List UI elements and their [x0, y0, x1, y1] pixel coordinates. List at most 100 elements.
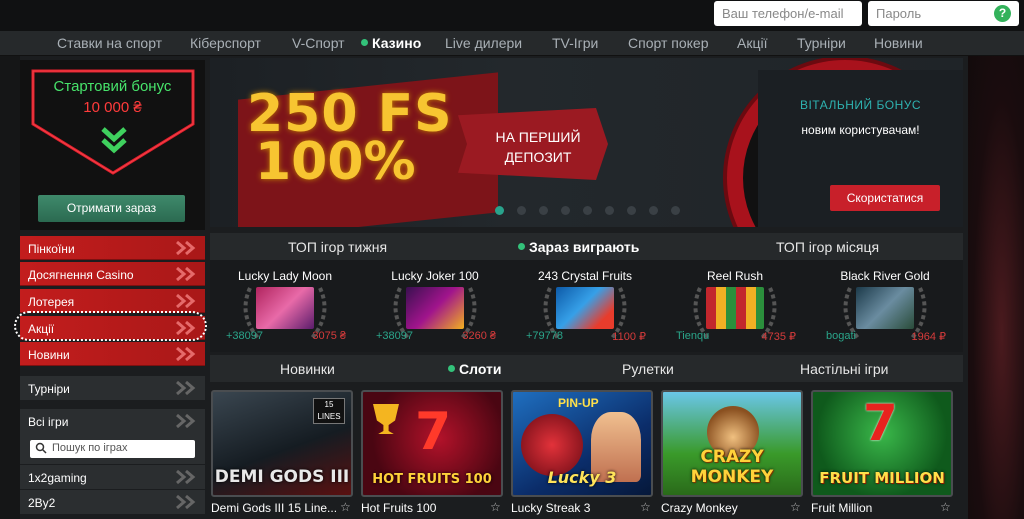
- win-amount: 3260 ₴: [462, 330, 496, 342]
- nav-item-vsport[interactable]: V-Спорт: [292, 35, 345, 51]
- nav-item-promotions[interactable]: Акції: [737, 35, 767, 51]
- sidebar-item-label: 2By2: [28, 496, 56, 510]
- top-bar: Ваш телефон/e-mail Пароль ?: [0, 0, 1024, 31]
- game-name[interactable]: Lucky Streak 3: [511, 501, 653, 515]
- sidebar-item-label: Досягнення Casino: [28, 268, 134, 282]
- tile-logo: Lucky 3: [547, 468, 617, 487]
- banner-slide-dot[interactable]: [517, 206, 526, 215]
- nav-item-tv-games[interactable]: TV-Ігри: [552, 35, 598, 51]
- nav-item-sport-poker[interactable]: Спорт покер: [628, 35, 708, 51]
- tile-logo: CRAZY MONKEY: [690, 447, 774, 487]
- top-game-card[interactable]: Reel Rush Tienqu 4735 ₽: [660, 260, 810, 352]
- sidebar-item-label: Лотерея: [28, 295, 75, 309]
- chevron-right-icon: [176, 413, 196, 429]
- tab-slots-label: Слоти: [459, 361, 502, 377]
- get-bonus-button[interactable]: Отримати зараз: [38, 195, 185, 222]
- seven-icon: 7: [863, 394, 898, 452]
- right-background-decor: [968, 56, 1024, 519]
- tab-winning-now[interactable]: Зараз виграють: [518, 239, 639, 255]
- sidebar-highlight-outline: [14, 311, 207, 341]
- favorite-star-icon[interactable]: ☆: [640, 500, 651, 514]
- use-bonus-button[interactable]: Скористатися: [830, 185, 940, 211]
- search-icon: [35, 442, 47, 454]
- banner-slide-dot[interactable]: [671, 206, 680, 215]
- chevron-right-icon: [176, 380, 196, 396]
- game-name[interactable]: Crazy Monkey: [661, 501, 803, 515]
- game-tile-hot-fruits[interactable]: 7 HOT FRUITS 100: [361, 390, 503, 497]
- game-tile-lucky-streak[interactable]: PIN-UP Lucky 3: [511, 390, 653, 497]
- game-search-input[interactable]: Пошук по іграх: [30, 440, 195, 458]
- promo-banner[interactable]: 250 FS 100% НА ПЕРШИЙ ДЕПОЗИТ ВІТАЛЬНИЙ …: [210, 58, 963, 227]
- nav-item-esports[interactable]: Кіберспорт: [190, 35, 261, 51]
- active-dot-icon: [518, 243, 525, 250]
- tab-new[interactable]: Новинки: [280, 361, 335, 377]
- sidebar-provider-2by2[interactable]: 2By2: [20, 490, 205, 514]
- winning-games-strip: Lucky Lady Moon +38097 3075 ₴ Lucky Joke…: [210, 260, 963, 352]
- chevron-right-icon: [176, 266, 196, 282]
- game-tile-demi-gods[interactable]: 15 LINES DEMI GODS III: [211, 390, 353, 497]
- tab-slots[interactable]: Слоти: [448, 361, 502, 377]
- banner-slide-dot[interactable]: [605, 206, 614, 215]
- top-game-card[interactable]: Lucky Joker 100 +38097 3260 ₴: [360, 260, 510, 352]
- nav-item-tournaments[interactable]: Турніри: [797, 35, 846, 51]
- top-game-card[interactable]: 243 Crystal Fruits +79778 1100 ₽: [510, 260, 660, 352]
- banner-slide-dot[interactable]: [561, 206, 570, 215]
- bonus-title: Стартовий бонус: [53, 78, 172, 95]
- banner-slide-dot[interactable]: [627, 206, 636, 215]
- sidebar-item-lottery[interactable]: Лотерея: [20, 289, 205, 313]
- nav-item-live-dealers[interactable]: Live дилери: [445, 35, 522, 51]
- game-thumbnail: [256, 287, 314, 329]
- top-game-card[interactable]: Black River Gold bogati 1964 ₽: [810, 260, 960, 352]
- banner-slide-dot[interactable]: [583, 206, 592, 215]
- main-nav: Ставки на спорт Кіберспорт V-Спорт Казин…: [0, 31, 1024, 56]
- nav-item-news[interactable]: Новини: [874, 35, 923, 51]
- welcome-title: ВІТАЛЬНИЙ БОНУС: [799, 98, 922, 112]
- tab-table-games[interactable]: Настільні ігри: [800, 361, 888, 377]
- sidebar-item-news[interactable]: Новини: [20, 342, 205, 366]
- banner-slide-dot[interactable]: [539, 206, 548, 215]
- tab-top-week[interactable]: ТОП ігор тижня: [288, 239, 387, 255]
- tile-logo: HOT FRUITS 100: [372, 472, 492, 487]
- seven-icon: 7: [415, 402, 452, 462]
- sidebar-provider-1x2gaming[interactable]: 1x2gaming: [20, 465, 205, 489]
- game-name[interactable]: Fruit Million: [811, 501, 953, 515]
- top-game-title: Lucky Lady Moon: [237, 269, 333, 283]
- chevron-right-icon: [176, 346, 196, 362]
- winner-user: +79778: [526, 330, 564, 342]
- banner-slide-dot[interactable]: [649, 206, 658, 215]
- banner-percent: 100%: [255, 132, 416, 192]
- trophy-icon: [373, 404, 399, 434]
- sidebar-item-pincoins[interactable]: Пінкоїни: [20, 236, 205, 260]
- game-name[interactable]: Hot Fruits 100: [361, 501, 503, 515]
- sidebar-item-label: Пінкоїни: [28, 242, 75, 256]
- top-game-card[interactable]: Lucky Lady Moon +38097 3075 ₴: [210, 260, 360, 352]
- phone-email-input[interactable]: Ваш телефон/e-mail: [714, 1, 862, 26]
- tab-winning-now-label: Зараз виграють: [529, 239, 640, 255]
- win-amount: 3075 ₴: [312, 330, 346, 342]
- tab-roulettes[interactable]: Рулетки: [622, 361, 674, 377]
- banner-slide-dot[interactable]: [495, 206, 504, 215]
- favorite-star-icon[interactable]: ☆: [340, 500, 351, 514]
- top-games-tabs: ТОП ігор тижня Зараз виграють ТОП ігор м…: [210, 233, 963, 260]
- sidebar-item-label: 1x2gaming: [28, 471, 87, 485]
- chevron-right-icon: [176, 469, 196, 485]
- bonus-amount: 10 000 ₴: [83, 99, 142, 116]
- tab-top-month[interactable]: ТОП ігор місяця: [776, 239, 879, 255]
- sidebar-item-tournaments[interactable]: Турніри: [20, 376, 205, 400]
- game-name[interactable]: Demi Gods III 15 Line...: [211, 501, 353, 515]
- game-thumbnail: [406, 287, 464, 329]
- game-tile-fruit-million[interactable]: 7 FRUIT MILLION: [811, 390, 953, 497]
- nav-item-sports[interactable]: Ставки на спорт: [57, 35, 162, 51]
- active-dot-icon: [448, 365, 455, 372]
- banner-ribbon-text: НА ПЕРШИЙ ДЕПОЗИТ: [468, 127, 608, 167]
- sidebar-item-achievements[interactable]: Досягнення Casino: [20, 262, 205, 286]
- win-amount: 1964 ₽: [911, 331, 946, 343]
- game-tile-crazy-monkey[interactable]: CRAZY MONKEY: [661, 390, 803, 497]
- help-icon[interactable]: ?: [994, 5, 1011, 22]
- tile-badge: PIN-UP: [558, 396, 599, 410]
- favorite-star-icon[interactable]: ☆: [490, 500, 501, 514]
- favorite-star-icon[interactable]: ☆: [940, 500, 951, 514]
- nav-item-casino[interactable]: Казино: [361, 35, 421, 51]
- favorite-star-icon[interactable]: ☆: [790, 500, 801, 514]
- left-background: [0, 56, 20, 519]
